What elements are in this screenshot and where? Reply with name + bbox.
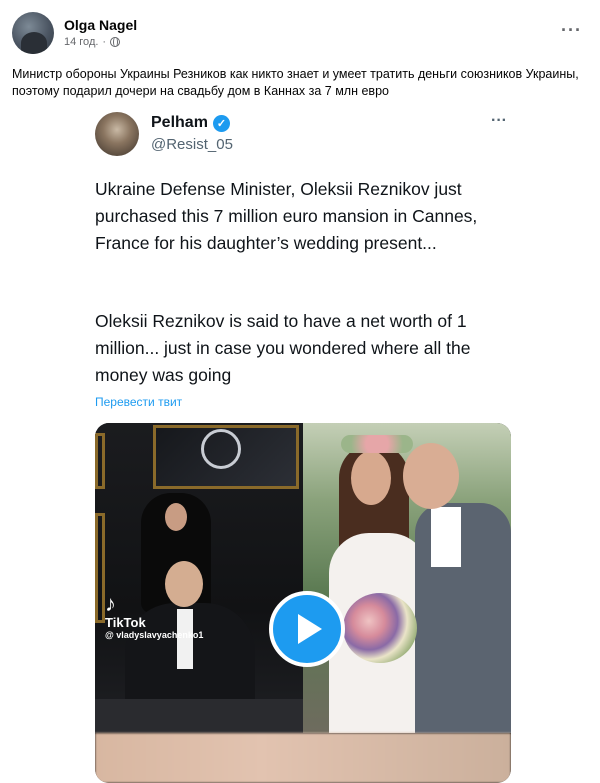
- groom-body: [415, 503, 511, 733]
- meta-separator: ·: [102, 36, 107, 48]
- screen-logo: [201, 429, 241, 469]
- tweet-video[interactable]: ♪ TikTok @ vladyslavyaсhenko1: [95, 423, 511, 783]
- verified-badge-icon: ✓: [212, 114, 230, 132]
- bride-face: [351, 451, 391, 505]
- globe-icon: [110, 37, 121, 47]
- tiktok-watermark: ♪ TikTok @ vladyslavyaсhenko1: [105, 591, 204, 641]
- tweet-author-name[interactable]: Pelham ✓: [151, 114, 230, 132]
- more-options-icon[interactable]: ···: [561, 20, 582, 41]
- bouquet: [343, 593, 417, 663]
- video-bottom-blur: [95, 733, 511, 783]
- post-meta: 14 год. ·: [64, 36, 121, 48]
- author-name[interactable]: Olga Nagel: [64, 17, 137, 33]
- tweet-author-label: Pelham: [151, 114, 208, 131]
- play-icon: [298, 614, 322, 644]
- wall-frame: [95, 433, 105, 489]
- video-frame-right: [303, 423, 511, 733]
- tweet-handle[interactable]: @Resist_05: [151, 136, 233, 153]
- groom-shirt: [431, 507, 461, 567]
- facebook-post: Olga Nagel 14 год. · ··· Министр обороны…: [0, 0, 600, 783]
- groom-face: [403, 443, 459, 509]
- tweet-more-icon[interactable]: ···: [491, 112, 507, 130]
- tiktok-username: @ vladyslavyaсhenko1: [105, 630, 204, 640]
- flower-crown: [341, 435, 413, 453]
- tiktok-icon: ♪: [105, 591, 116, 616]
- author-avatar[interactable]: [12, 12, 54, 54]
- translate-tweet-link[interactable]: Перевести твит: [95, 395, 182, 409]
- tiktok-logo-text: TikTok: [105, 615, 146, 630]
- tweet-avatar[interactable]: [95, 112, 139, 156]
- tweet-paragraph-2: Oleksii Reznikov is said to have a net w…: [95, 311, 471, 385]
- play-button[interactable]: [269, 591, 345, 667]
- post-time[interactable]: 14 год.: [64, 36, 98, 48]
- video-frame-left: ♪ TikTok @ vladyslavyaсhenko1: [95, 423, 303, 733]
- woman-face: [165, 503, 187, 531]
- post-text: Министр обороны Украины Резников как ник…: [12, 67, 579, 98]
- post-header: Olga Nagel 14 год. · ···: [12, 12, 588, 58]
- tweet-paragraph-1: Ukraine Defense Minister, Oleksii Reznik…: [95, 179, 478, 253]
- embedded-tweet: Pelham ✓ @Resist_05 ··· Ukraine Defense …: [87, 100, 523, 783]
- wall-frame: [95, 513, 105, 623]
- desk: [95, 699, 303, 733]
